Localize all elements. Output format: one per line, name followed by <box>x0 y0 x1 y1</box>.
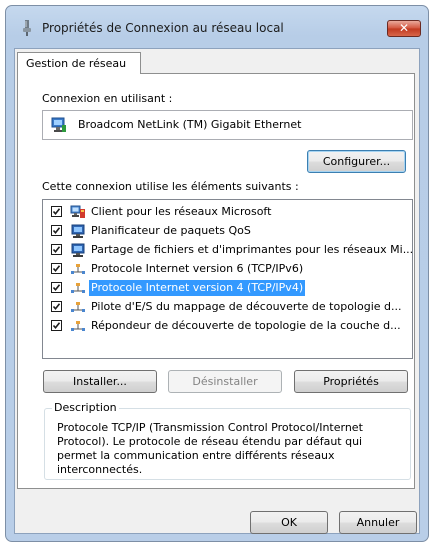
checkmark-icon <box>52 284 61 292</box>
network-adapter-icon <box>51 117 67 133</box>
adapter-name: Broadcom NetLink (TM) Gigabit Ethernet <box>78 118 302 131</box>
item-checkbox[interactable] <box>51 263 62 274</box>
components-list[interactable]: Client pour les réseaux Microsoft Planifi… <box>42 199 413 359</box>
protocol-icon <box>70 262 86 276</box>
checkmark-icon <box>52 322 61 330</box>
cancel-button[interactable]: Annuler <box>339 511 417 534</box>
network-connection-icon <box>20 20 34 36</box>
checkmark-icon <box>52 265 61 273</box>
item-checkbox[interactable] <box>51 225 62 236</box>
tab-networking[interactable]: Gestion de réseau <box>17 52 141 74</box>
network-client-icon <box>70 205 86 219</box>
item-checkbox[interactable] <box>51 301 62 312</box>
connect-using-label: Connexion en utilisant : <box>42 92 173 105</box>
window-title: Propriétés de Connexion au réseau local <box>42 21 284 35</box>
item-label: Répondeur de découverte de topologie de … <box>91 319 401 332</box>
item-label: Planificateur de paquets QoS <box>91 224 251 237</box>
list-item[interactable]: Planificateur de paquets QoS <box>43 222 412 241</box>
network-service-icon <box>70 224 86 238</box>
checkmark-icon <box>52 208 61 216</box>
title-bar[interactable]: Propriétés de Connexion au réseau local … <box>6 6 428 48</box>
item-label: Protocole Internet version 6 (TCP/IPv6) <box>91 262 304 275</box>
item-checkbox[interactable] <box>51 244 62 255</box>
checkmark-icon <box>52 246 61 254</box>
item-checkbox[interactable] <box>51 320 62 331</box>
protocol-icon <box>70 281 86 295</box>
properties-button[interactable]: Propriétés <box>294 370 408 393</box>
ok-button[interactable]: OK <box>250 511 328 534</box>
list-item[interactable]: Client pour les réseaux Microsoft <box>43 203 412 222</box>
description-legend: Description <box>52 401 119 414</box>
item-checkbox[interactable] <box>51 282 62 293</box>
protocol-icon <box>70 300 86 314</box>
checkmark-icon <box>52 303 61 311</box>
tab-networking-label: Gestion de réseau <box>26 57 127 70</box>
list-item[interactable]: Répondeur de découverte de topologie de … <box>43 317 412 336</box>
adapter-field: Broadcom NetLink (TM) Gigabit Ethernet <box>42 110 413 140</box>
item-label: Partage de fichiers et d'imprimantes pou… <box>91 243 413 256</box>
uninstall-button[interactable]: Désinstaller <box>168 370 282 393</box>
checkmark-icon <box>52 227 61 235</box>
list-item[interactable]: Pilote d'E/S du mappage de découverte de… <box>43 298 412 317</box>
list-item[interactable]: Partage de fichiers et d'imprimantes pou… <box>43 241 412 260</box>
list-item[interactable]: Protocole Internet version 6 (TCP/IPv6) <box>43 260 412 279</box>
protocol-icon <box>70 319 86 333</box>
item-label: Protocole Internet version 4 (TCP/IPv4) <box>89 280 306 296</box>
close-icon: ✕ <box>398 21 410 35</box>
network-service-icon <box>70 243 86 257</box>
install-button[interactable]: Installer... <box>43 370 157 393</box>
items-label: Cette connexion utilise les éléments sui… <box>42 180 299 193</box>
description-text: Protocole TCP/IP (Transmission Control P… <box>57 421 363 476</box>
item-checkbox[interactable] <box>51 206 62 217</box>
close-button[interactable]: ✕ <box>387 20 421 37</box>
item-label: Client pour les réseaux Microsoft <box>91 205 272 218</box>
list-item[interactable]: Protocole Internet version 4 (TCP/IPv4) <box>43 279 412 298</box>
configure-button[interactable]: Configurer... <box>307 150 406 173</box>
item-label: Pilote d'E/S du mappage de découverte de… <box>91 300 402 313</box>
